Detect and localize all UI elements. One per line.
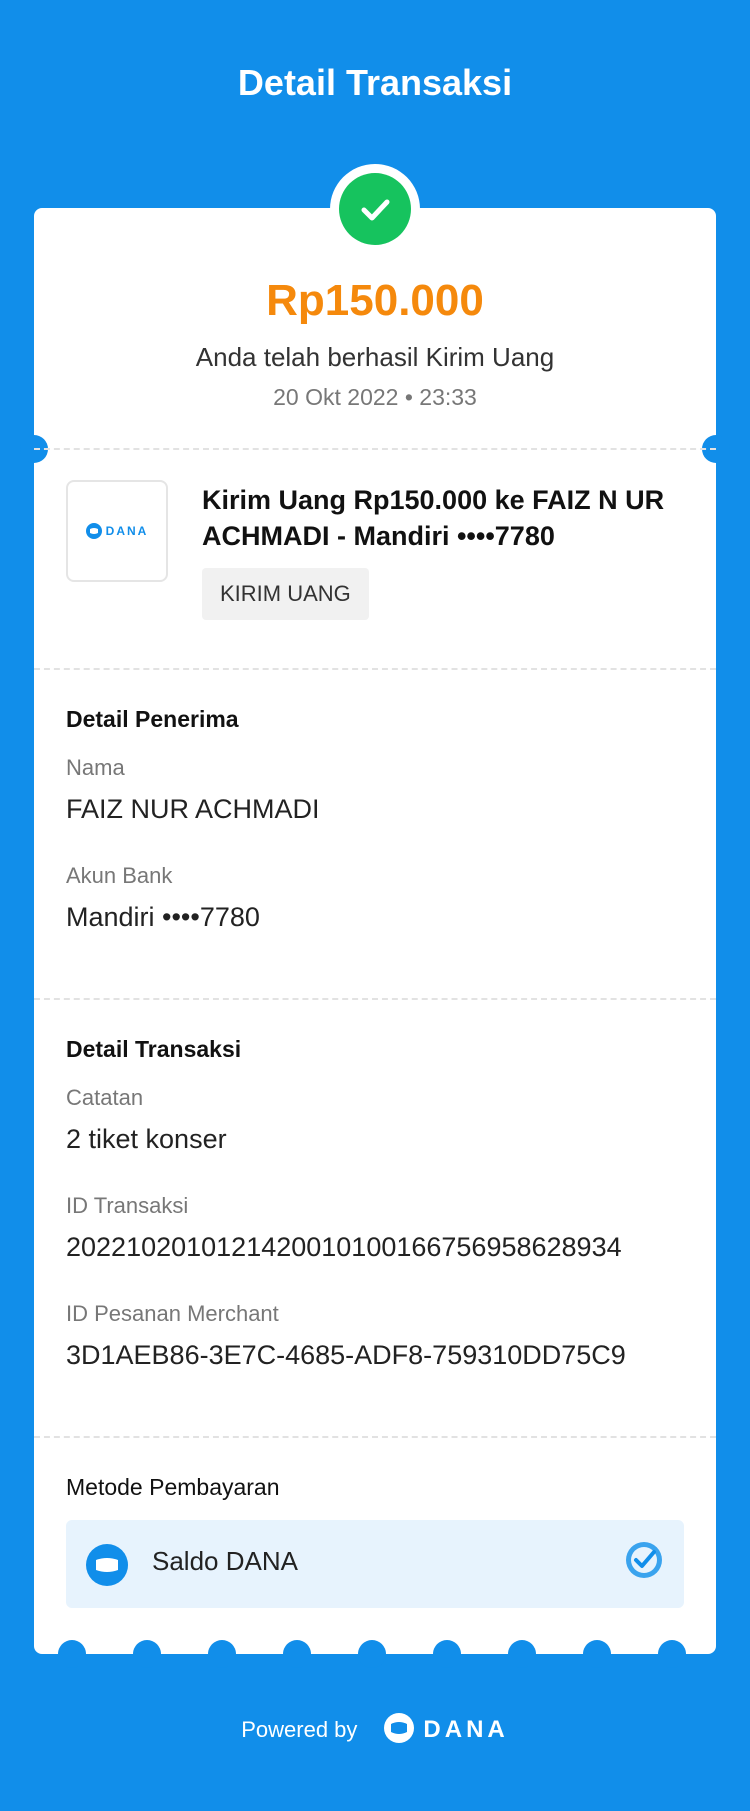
transaction-id-value: 2022102010121420010100166756958628934 [66,1232,622,1262]
bank-label: Akun Bank [66,863,173,888]
perforation-dot [133,1640,161,1668]
merchant-order-id-label: ID Pesanan Merchant [66,1301,279,1326]
details-heading: Detail Transaksi [66,1036,242,1062]
transaction-type-tag: KIRIM UANG [202,568,369,620]
recipient-heading: Detail Penerima [66,706,239,732]
transaction-datetime: 20 Okt 2022 • 23:33 [273,384,477,410]
dana-brand-name: DANA [423,1716,509,1743]
transaction-title: Kirim Uang Rp150.000 ke FAIZ N UR ACHMAD… [202,485,665,551]
dana-logo-text: DANA [105,524,149,538]
perforation-dot [283,1640,311,1668]
transaction-amount: Rp150.000 [266,276,484,325]
wallet-icon [86,1544,128,1586]
divider [34,448,716,450]
perforation-dot [508,1640,536,1668]
success-badge [330,164,420,254]
verified-check-icon [624,1540,664,1580]
perforation-dot [358,1640,386,1668]
note-label: Catatan [66,1085,144,1110]
page-title: Detail Transaksi [237,62,513,103]
dana-logo-icon: DANA [85,523,149,539]
divider [34,998,716,1000]
receipt-card: Rp150.000 Anda telah berhasil Kirim Uang… [20,164,730,1668]
powered-by-text: Powered by [241,1717,358,1742]
perforation-dot [658,1640,686,1668]
perforation-dot [583,1640,611,1668]
perforation-dot [58,1640,86,1668]
divider [34,668,716,670]
dana-brand: DANA [383,1712,508,1749]
dana-logo-icon [383,1712,415,1749]
payment-method-card[interactable]: Saldo DANA [66,1520,684,1608]
payment-method-label: Metode Pembayaran [66,1474,280,1500]
divider [34,1436,716,1438]
note-value: 2 tiket konser [66,1124,227,1154]
card-perforation [34,1640,716,1668]
status-text: Anda telah berhasil Kirim Uang [195,342,555,372]
transaction-id-label: ID Transaksi [66,1193,189,1218]
bank-value: Mandiri ••••7780 [66,902,260,932]
name-label: Nama [66,755,125,780]
footer: Powered by DANA [0,1710,750,1750]
name-value: FAIZ NUR ACHMADI [66,794,320,824]
perforation-dot [208,1640,236,1668]
payment-method-name: Saldo DANA [152,1546,298,1576]
check-icon [339,173,411,245]
merchant-order-id-value: 3D1AEB86-3E7C-4685-ADF8-759310DD75C9 [66,1340,626,1370]
merchant-logo: DANA [66,480,168,582]
perforation-dot [433,1640,461,1668]
